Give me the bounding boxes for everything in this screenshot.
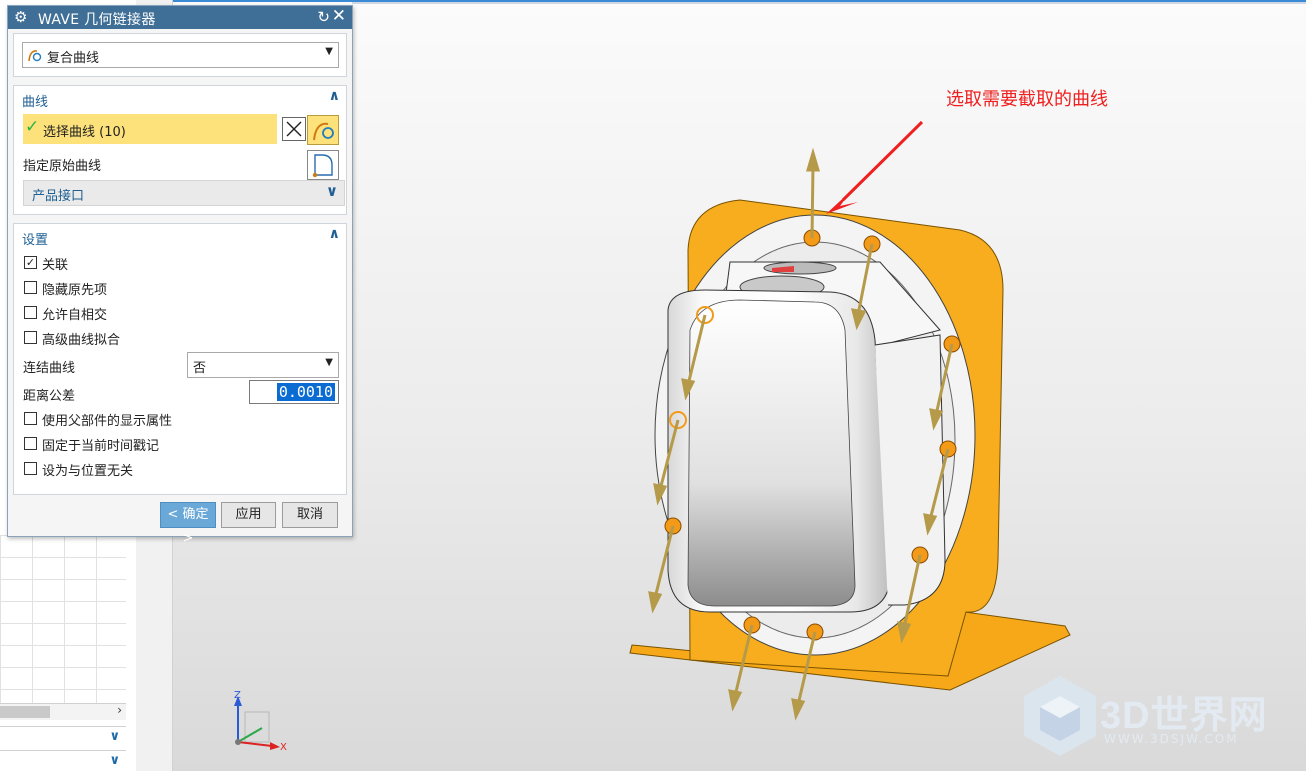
checkbox-label: 固定于当前时间戳记 <box>42 439 160 454</box>
checkbox-parent-display[interactable]: 使用父部件的显示属性 <box>14 406 346 431</box>
close-icon[interactable]: ✕ <box>332 6 346 26</box>
annotation-text: 选取需要截取的曲线 <box>946 89 1108 110</box>
checkbox-icon[interactable] <box>24 462 37 475</box>
chevron-up-icon[interactable]: ∧ <box>329 226 340 242</box>
select-curve-label: 选择曲线 (10) <box>43 125 126 140</box>
body-face <box>687 299 856 607</box>
checkbox-icon[interactable] <box>24 331 37 344</box>
panel-collapse-row[interactable]: ∨ <box>0 750 126 773</box>
checkbox-label: 关联 <box>42 258 69 273</box>
type-select[interactable]: 复合曲线 ▼ <box>22 42 339 68</box>
checkbox-timestamp[interactable]: 固定于当前时间戳记 <box>14 431 346 456</box>
checkbox-label: 使用父部件的显示属性 <box>42 414 173 429</box>
specify-curve-label: 指定原始曲线 <box>23 159 102 174</box>
watermark: 3D世界网 WWW.3DSJW.COM <box>1022 674 1267 762</box>
specify-curve-row[interactable]: 指定原始曲线 <box>14 150 346 180</box>
panel-collapse-row[interactable]: ∨ <box>0 726 126 749</box>
join-curves-label: 连结曲线 <box>23 361 76 376</box>
dialog-title: WAVE 几何链接器 <box>38 12 156 28</box>
axis-triad <box>234 696 280 750</box>
gear-icon[interactable]: ⚙ <box>14 8 27 26</box>
dialog-titlebar[interactable]: ⚙ WAVE 几何链接器 ↻ ✕ <box>8 6 352 29</box>
checkbox-label: 设为与位置无关 <box>42 464 134 479</box>
checkbox-checked-icon[interactable]: ✓ <box>24 256 37 269</box>
navigator-grid <box>0 535 126 705</box>
dropdown-arrow-icon[interactable]: ▼ <box>325 357 333 368</box>
watermark-url: WWW.3DSJW.COM <box>1104 732 1239 746</box>
join-curves-select[interactable]: 否 ▼ <box>187 352 339 378</box>
type-value: 复合曲线 <box>47 51 100 66</box>
composite-curve-icon <box>28 50 42 62</box>
checkbox-label: 允许自相交 <box>42 308 108 323</box>
reverse-direction-button[interactable] <box>282 117 306 141</box>
curve-group: 曲线 ∧ ✓ 选择曲线 (10) 指定原始曲线 产品接口 ∨ <box>13 85 347 215</box>
join-curves-row: 连结曲线 否 ▼ <box>14 350 346 378</box>
checkbox-hide-original[interactable]: 隐藏原先项 <box>14 275 346 300</box>
checkbox-label: 高级曲线拟合 <box>42 333 121 348</box>
source-value: 产品接口 <box>32 189 85 204</box>
checkbox-associative[interactable]: ✓ 关联 <box>14 250 346 275</box>
join-curves-value: 否 <box>193 361 207 376</box>
tolerance-input[interactable]: 0.0010 <box>249 380 339 404</box>
wave-linker-dialog: ⚙ WAVE 几何链接器 ↻ ✕ 复合曲线 ▼ 曲线 ∧ ✓ 选择曲线 (10)… <box>7 5 353 546</box>
chevron-down-icon[interactable]: ∨ <box>109 729 120 744</box>
reset-icon[interactable]: ↻ <box>317 8 330 26</box>
chevron-down-icon[interactable]: ∨ <box>109 753 120 768</box>
axis-z-label: Z <box>234 690 241 701</box>
checkbox-icon[interactable] <box>24 412 37 425</box>
original-curve-button[interactable] <box>307 150 339 180</box>
settings-section-title: 设置 <box>22 233 49 248</box>
type-group: 复合曲线 ▼ <box>13 33 347 77</box>
settings-group: 设置 ∧ ✓ 关联 隐藏原先项 允许自相交 高级曲线拟合 连结曲线 否 ▼ 距离… <box>13 223 347 495</box>
checkbox-label: 隐藏原先项 <box>42 283 108 298</box>
cube-logo-icon <box>1024 676 1096 756</box>
checkbox-advanced-fit[interactable]: 高级曲线拟合 <box>14 325 346 350</box>
check-icon: ✓ <box>25 117 40 137</box>
scroll-right-icon[interactable]: › <box>117 703 122 717</box>
tolerance-value[interactable]: 0.0010 <box>276 383 335 401</box>
settings-section-header[interactable]: 设置 ∧ <box>14 224 346 250</box>
apply-button[interactable]: 应用 <box>221 502 276 528</box>
cancel-button[interactable]: 取消 <box>282 502 338 528</box>
axis-x-label: X <box>280 742 287 753</box>
curve-section-title: 曲线 <box>22 95 49 110</box>
tolerance-row: 距离公差 0.0010 <box>14 378 346 406</box>
checkbox-icon[interactable] <box>24 281 37 294</box>
checkbox-position-independent[interactable]: 设为与位置无关 <box>14 456 346 481</box>
reverse-icon <box>286 121 302 137</box>
scroll-thumb[interactable] <box>0 706 50 718</box>
horizontal-scrollbar[interactable]: › <box>0 703 126 720</box>
dropdown-arrow-icon[interactable]: ▼ <box>325 46 333 57</box>
tolerance-label: 距离公差 <box>23 389 76 404</box>
checkbox-icon[interactable] <box>24 306 37 319</box>
checkbox-icon[interactable] <box>24 437 37 450</box>
select-curve-row[interactable]: ✓ 选择曲线 (10) <box>14 112 346 145</box>
curve-selector-button[interactable] <box>307 115 339 145</box>
dialog-footer: < 确定 > 应用 取消 <box>13 499 347 559</box>
curve-section-header[interactable]: 曲线 ∧ <box>14 86 346 112</box>
watermark-brand: 3D世界网 <box>1100 695 1268 737</box>
annotation-arrow <box>826 120 924 214</box>
checkbox-self-intersect[interactable]: 允许自相交 <box>14 300 346 325</box>
source-select[interactable]: 产品接口 ∨ <box>23 180 345 206</box>
select-curve-bar[interactable]: ✓ 选择曲线 (10) <box>23 114 277 144</box>
original-curve-icon <box>312 154 333 178</box>
chevron-down-icon[interactable]: ∨ <box>326 182 338 200</box>
composite-curve-icon <box>313 122 334 141</box>
chevron-up-icon[interactable]: ∧ <box>329 88 340 104</box>
ok-button[interactable]: < 确定 > <box>160 502 216 546</box>
